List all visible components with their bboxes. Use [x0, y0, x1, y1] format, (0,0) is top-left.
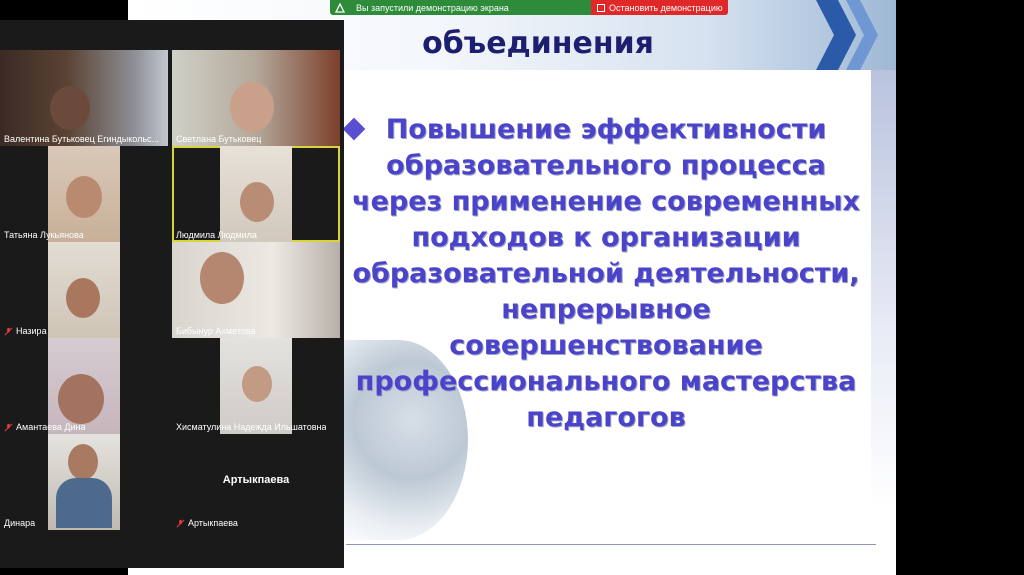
video-off-name: Артыкпаева — [222, 474, 290, 486]
participant-name: Артыкпаева — [176, 518, 238, 528]
muted-mic-icon — [4, 327, 13, 335]
participant-video — [172, 242, 340, 338]
slide-divider — [346, 544, 876, 545]
participant-video — [220, 146, 292, 242]
participant-tile[interactable]: Светлана Бутьковец — [172, 50, 340, 146]
slide-chevron-decoration — [816, 0, 878, 70]
participant-face — [66, 176, 102, 218]
participant-body — [56, 478, 112, 528]
participant-video — [0, 50, 168, 146]
participant-tile-active-speaker[interactable]: Людмила Людмила — [172, 146, 340, 242]
participant-video — [48, 338, 120, 434]
participant-name: Бибынур Ахметова — [176, 326, 256, 336]
participant-video — [172, 50, 340, 146]
participant-video — [48, 242, 120, 338]
participant-tile[interactable]: Назира — [0, 242, 168, 338]
participant-name: Татьяна Лукьянова — [4, 230, 84, 240]
participant-name: Назира — [4, 326, 47, 336]
stop-share-label: Остановить демонстрацию — [609, 2, 723, 13]
participant-face — [230, 82, 274, 132]
participant-tile[interactable]: Хисматулина Надежда Ильшатовна — [172, 338, 340, 434]
participant-face — [68, 444, 98, 480]
muted-mic-icon — [176, 519, 185, 527]
participant-name: Светлана Бутьковец — [176, 134, 262, 144]
participant-video — [220, 338, 292, 434]
participant-face — [50, 86, 90, 130]
stop-share-button[interactable]: Остановить демонстрацию — [591, 0, 728, 15]
participant-video — [48, 146, 120, 242]
participant-gallery: Валентина Бутьковец Егиндыкольс... Светл… — [0, 20, 344, 568]
participant-face — [200, 252, 244, 304]
slide-side-band — [871, 70, 896, 510]
participant-tile[interactable]: Татьяна Лукьянова — [0, 146, 168, 242]
share-status-icon — [334, 2, 346, 14]
participant-face — [58, 374, 104, 424]
participant-face — [66, 278, 100, 318]
participant-name: Валентина Бутьковец Егиндыкольс... — [4, 134, 160, 144]
participant-tile[interactable]: Валентина Бутьковец Егиндыкольс... — [0, 50, 168, 146]
participant-name: Хисматулина Надежда Ильшатовна — [176, 422, 327, 432]
participant-face — [240, 182, 274, 222]
slide-body-text: Повышение эффективности образовательного… — [352, 114, 860, 433]
participant-face — [242, 366, 272, 402]
stop-square-icon — [597, 3, 605, 12]
participant-name: Людмила Людмила — [176, 230, 257, 240]
participant-name: Амантаева Дина — [4, 422, 85, 432]
participant-video — [48, 434, 120, 530]
participant-name: Динара — [4, 518, 36, 528]
muted-mic-icon — [4, 423, 13, 431]
participant-tile-video-off[interactable]: Артыкпаева Артыкпаева — [172, 434, 340, 530]
right-letterbox — [896, 0, 1024, 575]
participant-tile[interactable]: Бибынур Ахметова — [172, 242, 340, 338]
participant-tile[interactable]: Динара — [0, 434, 168, 530]
participant-tile[interactable]: Амантаева Дина — [0, 338, 168, 434]
